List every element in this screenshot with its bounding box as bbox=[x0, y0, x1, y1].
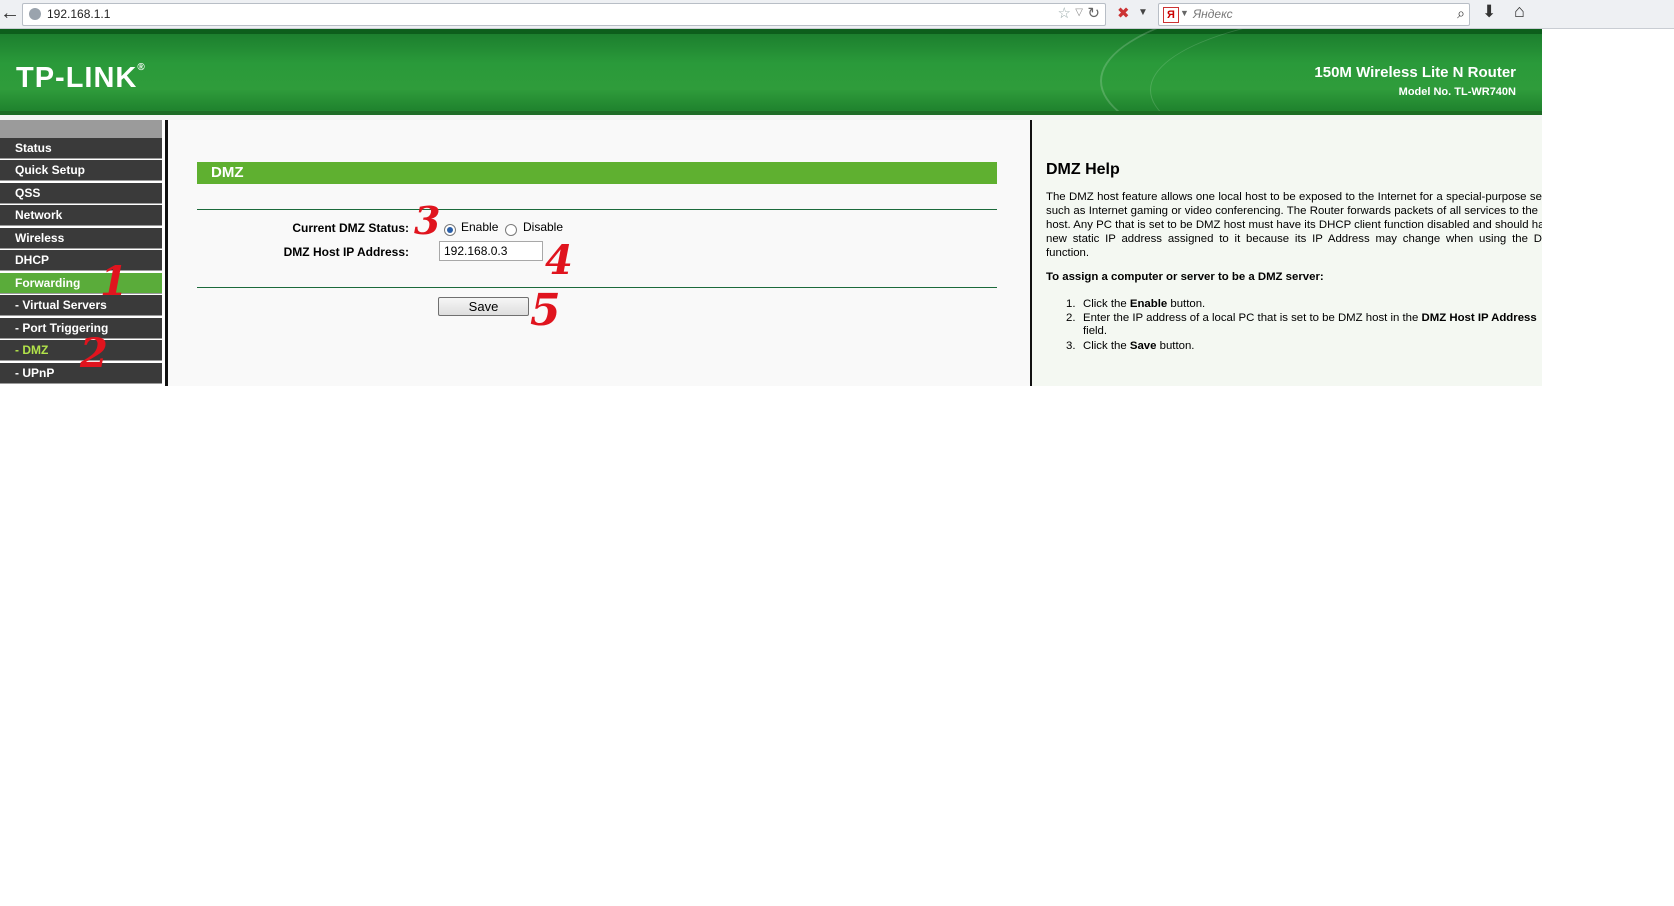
dmz-status-label: Current DMZ Status: bbox=[292, 221, 409, 235]
divider bbox=[197, 287, 997, 288]
logo-registered-mark: ® bbox=[137, 62, 146, 73]
product-name: 150M Wireless Lite N Router bbox=[1314, 64, 1516, 81]
disable-radio[interactable] bbox=[505, 224, 517, 236]
bookmark-star-icon[interactable]: ☆ bbox=[1058, 4, 1071, 22]
divider bbox=[197, 209, 997, 210]
step-number: 1. bbox=[1066, 298, 1076, 310]
url-text[interactable]: 192.168.1.1 bbox=[47, 7, 110, 21]
annotation-1: 1 bbox=[100, 258, 128, 305]
step-text: button. bbox=[1167, 298, 1206, 310]
dropdown-icon[interactable]: ▼ bbox=[1138, 7, 1148, 18]
address-bar[interactable]: 192.168.1.1 ☆ ▽ ↻ bbox=[22, 3, 1106, 26]
help-description: The DMZ host feature allows one local ho… bbox=[1046, 191, 1542, 259]
page-title: DMZ bbox=[197, 162, 997, 184]
search-bar[interactable]: Я ▼ Яндекс ⌕ bbox=[1158, 3, 1470, 26]
reload-icon[interactable]: ↻ bbox=[1087, 4, 1100, 22]
sidebar-item-qss[interactable]: QSS bbox=[0, 183, 162, 204]
search-icon[interactable]: ⌕ bbox=[1457, 5, 1465, 22]
sidebar-item-wireless[interactable]: Wireless bbox=[0, 228, 162, 249]
enable-radio[interactable] bbox=[444, 224, 456, 236]
help-panel: DMZ Help The DMZ host feature allows one… bbox=[1032, 120, 1542, 386]
dmz-host-ip-input[interactable] bbox=[439, 241, 543, 261]
sidebar-item-status[interactable]: Status bbox=[0, 138, 162, 159]
annotation-3: 3 bbox=[414, 198, 441, 243]
annotation-2: 2 bbox=[80, 330, 108, 377]
save-button[interactable]: Save bbox=[438, 297, 529, 316]
help-step: 2. Enter the IP address of a local PC tha… bbox=[1066, 311, 1537, 325]
step-text: button. bbox=[1156, 340, 1195, 352]
back-arrow-icon[interactable]: ← bbox=[0, 2, 20, 26]
step-number: 3. bbox=[1066, 340, 1076, 352]
tp-link-logo: TP-LINK® bbox=[16, 62, 146, 95]
logo-text: TP-LINK bbox=[16, 62, 138, 94]
step-bold-text: DMZ Host IP Address bbox=[1421, 312, 1537, 324]
sidebar-item-quick-setup[interactable]: Quick Setup bbox=[0, 160, 162, 181]
step-text: Click the bbox=[1083, 298, 1130, 310]
help-subheading: To assign a computer or server to be a D… bbox=[1046, 271, 1324, 283]
sidebar-item-dhcp[interactable]: DHCP bbox=[0, 250, 162, 271]
step-continuation: field. bbox=[1083, 325, 1108, 337]
home-icon[interactable]: ⌂ bbox=[1514, 1, 1525, 22]
disable-radio-label[interactable]: Disable bbox=[523, 220, 563, 234]
menu-header-bar bbox=[0, 120, 162, 138]
router-header-banner: TP-LINK® 150M Wireless Lite N Router Mod… bbox=[0, 29, 1542, 115]
annotation-4: 4 bbox=[545, 237, 573, 284]
help-title: DMZ Help bbox=[1046, 161, 1120, 178]
help-step: 3. Click the Save button. bbox=[1066, 339, 1194, 353]
step-bold-text: Save bbox=[1129, 340, 1157, 352]
browser-toolbar: ← 192.168.1.1 ☆ ▽ ↻ ✖ ▼ Я ▼ Яндекс ⌕ ⬇ ⌂ bbox=[0, 0, 1674, 29]
search-input[interactable]: Яндекс bbox=[1193, 7, 1233, 21]
globe-icon bbox=[29, 8, 41, 20]
sidebar-item-forwarding[interactable]: Forwarding bbox=[0, 273, 162, 294]
yandex-icon[interactable]: Я bbox=[1163, 7, 1179, 23]
download-icon[interactable]: ⬇ bbox=[1482, 2, 1496, 22]
dmz-settings-panel: DMZ Current DMZ Status: Enable Disable D… bbox=[168, 120, 1030, 386]
step-bold-text: Enable bbox=[1129, 298, 1168, 310]
annotation-5: 5 bbox=[530, 285, 561, 336]
dropdown-icon[interactable]: ▼ bbox=[1180, 8, 1189, 18]
model-number: Model No. TL-WR740N bbox=[1398, 86, 1516, 98]
dropdown-icon[interactable]: ▽ bbox=[1075, 7, 1083, 18]
step-text: Enter the IP address of a local PC that … bbox=[1083, 312, 1422, 324]
dmz-host-ip-label: DMZ Host IP Address: bbox=[283, 245, 409, 259]
step-text: Click the bbox=[1083, 340, 1130, 352]
enable-radio-label[interactable]: Enable bbox=[461, 220, 498, 234]
sidebar-item-virtual-servers[interactable]: - Virtual Servers bbox=[0, 295, 162, 316]
step-number: 2. bbox=[1066, 312, 1076, 324]
help-step: 1. Click the Enable button. bbox=[1066, 297, 1205, 311]
addon-icon[interactable]: ✖ bbox=[1117, 4, 1130, 22]
sidebar-item-network[interactable]: Network bbox=[0, 205, 162, 226]
